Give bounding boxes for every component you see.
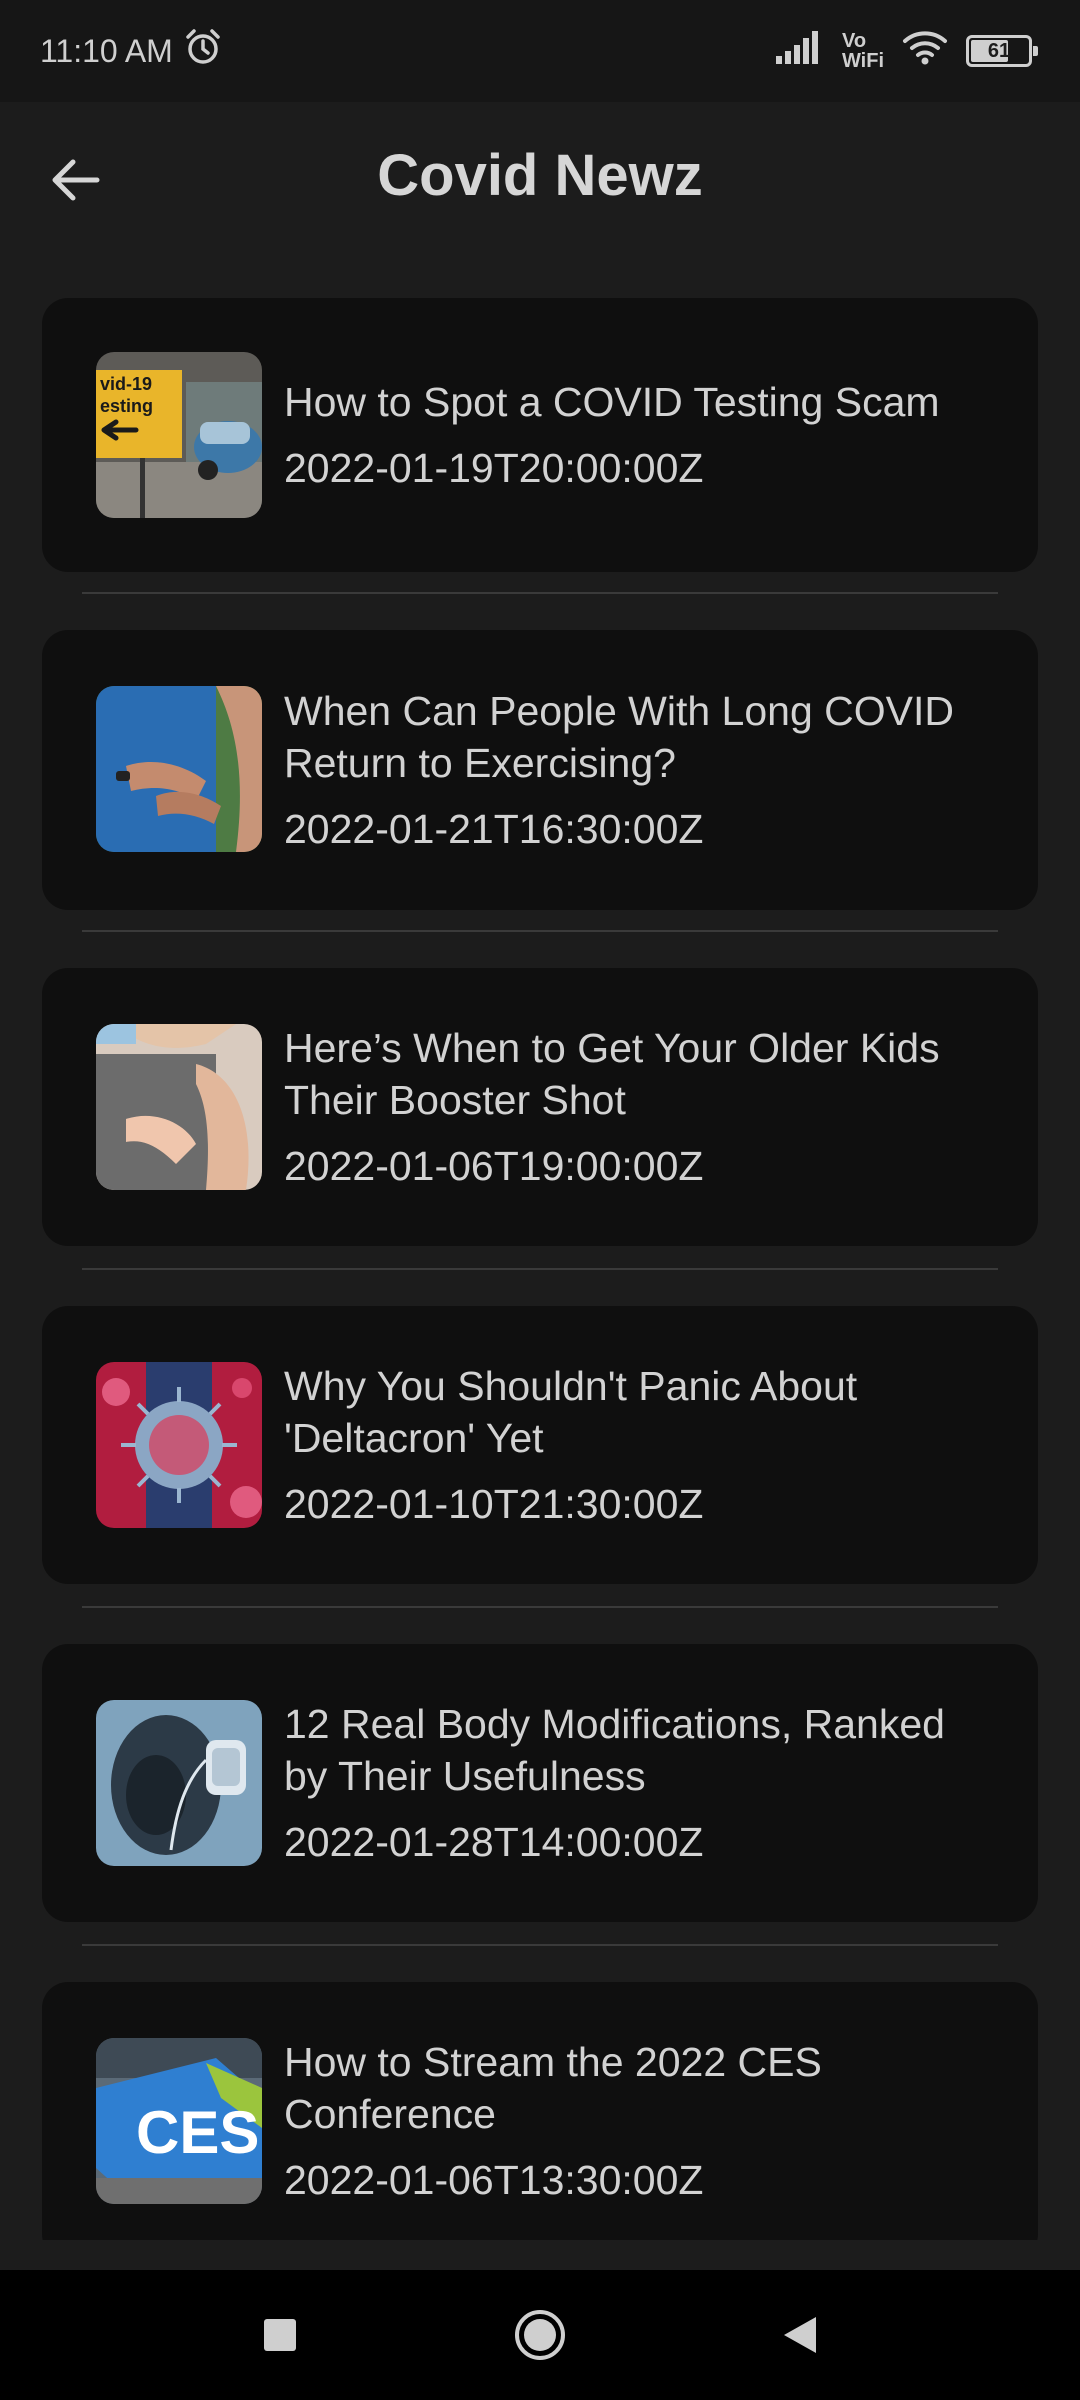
battery-icon: 61 [966,35,1038,67]
article-date: 2022-01-19T20:00:00Z [284,445,704,491]
card-text: How to Stream the 2022 CES Conference 20… [284,2032,998,2210]
wifi-label: WiFi [841,50,884,72]
news-card[interactable]: CES How to Stream the 2022 CES Conferenc… [42,1982,1038,2240]
article-thumbnail [96,1362,262,1528]
card-text: Why You Shouldn't Panic About 'Deltacron… [284,1356,998,1534]
card-text: How to Spot a COVID Testing Scam 2022-01… [284,348,998,522]
thumb-sign-text: vid-19 [100,374,152,394]
circle-icon [515,2310,565,2360]
home-button[interactable] [510,2305,570,2365]
triangle-left-icon [784,2317,816,2353]
article-title: Why You Shouldn't Panic About 'Deltacron… [284,1363,858,1461]
status-left: 11:10 AM [40,27,223,75]
divider [82,592,998,594]
divider [82,930,998,932]
news-list[interactable]: vid-19 esting How to Spot a COVID Testin… [0,296,1080,2240]
article-title: How to Stream the 2022 CES Conference [284,2039,822,2137]
system-nav-bar [0,2270,1080,2400]
card-text: Here’s When to Get Your Older Kids Their… [284,1018,998,1196]
news-card[interactable]: 12 Real Body Modifications, Ranked by Th… [42,1644,1038,1922]
news-card[interactable]: Here’s When to Get Your Older Kids Their… [42,968,1038,1246]
news-card[interactable]: vid-19 esting How to Spot a COVID Testin… [42,298,1038,572]
article-title: When Can People With Long COVID Return t… [284,688,954,786]
article-title: Here’s When to Get Your Older Kids Their… [284,1025,940,1123]
status-right: Vo WiFi 61 [775,29,1038,73]
card-text: When Can People With Long COVID Return t… [284,680,998,860]
status-bar: 11:10 AM Vo WiFi 61 [0,0,1080,102]
square-icon [264,2319,296,2351]
article-date: 2022-01-06T19:00:00Z [284,1143,704,1189]
article-thumbnail [96,686,262,852]
article-thumbnail: vid-19 esting [96,352,262,518]
article-thumbnail [96,1024,262,1190]
article-thumbnail [96,1700,262,1866]
back-nav-button[interactable] [770,2305,830,2365]
signal-icon [775,30,824,72]
recents-button[interactable] [250,2305,310,2365]
article-title: 12 Real Body Modifications, Ranked by Th… [284,1701,945,1799]
article-title: How to Spot a COVID Testing Scam [284,379,940,425]
thumb-sign-text: esting [100,396,153,416]
battery-level: 61 [987,39,1011,62]
article-date: 2022-01-28T14:00:00Z [284,1819,704,1865]
status-time: 11:10 AM [40,32,173,69]
article-date: 2022-01-10T21:30:00Z [284,1481,704,1527]
article-date: 2022-01-21T16:30:00Z [284,806,704,852]
news-card[interactable]: When Can People With Long COVID Return t… [42,630,1038,910]
app-bar: Covid Newz [0,102,1080,252]
news-card[interactable]: Why You Shouldn't Panic About 'Deltacron… [42,1306,1038,1584]
card-text: 12 Real Body Modifications, Ranked by Th… [284,1694,998,1872]
divider [82,1944,998,1946]
article-date: 2022-01-06T13:30:00Z [284,2157,704,2203]
divider [82,1606,998,1608]
wifi-icon [902,29,948,73]
vo-label: Vo [841,30,867,52]
vowifi-indicator: Vo WiFi [842,31,884,71]
thumb-ces-logo: CES [136,2099,259,2166]
alarm-icon [183,27,223,75]
article-thumbnail: CES [96,2038,262,2204]
page-title: Covid Newz [377,143,703,208]
divider [82,1268,998,1270]
